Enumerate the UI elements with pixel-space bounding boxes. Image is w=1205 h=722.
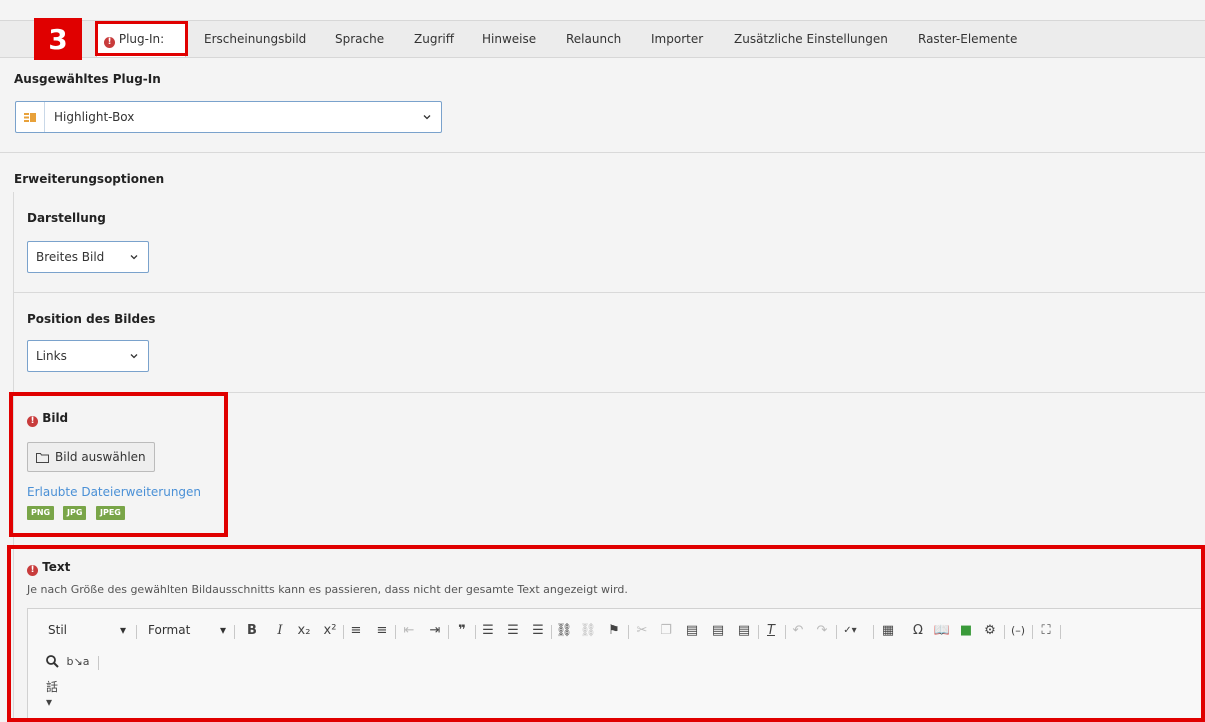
error-icon: ! — [27, 565, 38, 576]
settings-icon[interactable]: ⚙ — [982, 622, 998, 638]
maximize-icon[interactable]: ⛶ — [1038, 622, 1054, 638]
bullet-list-icon[interactable]: ≡ — [374, 622, 390, 638]
subscript-icon[interactable]: x₂ — [296, 622, 312, 638]
position-label: Position des Bildes — [27, 312, 156, 326]
position-select[interactable]: Links — [27, 340, 149, 372]
undo-icon[interactable]: ↶ — [790, 622, 806, 638]
anchor-flag-icon[interactable]: ⚑ — [606, 622, 622, 638]
darstellung-label: Darstellung — [27, 211, 106, 225]
format-dropdown[interactable]: Format — [148, 623, 190, 637]
step-badge: 3 — [34, 18, 82, 60]
tab-importer[interactable]: Importer — [651, 21, 703, 57]
link-icon[interactable]: ⛓ — [556, 622, 573, 638]
indent-icon[interactable]: ⇥ — [427, 622, 443, 638]
tab-plugin[interactable]: ! Plug-In: — [96, 21, 186, 57]
style-dropdown-arrow[interactable]: ▾ — [120, 623, 126, 637]
folder-icon — [36, 452, 49, 463]
bild-auswaehlen-label: Bild auswählen — [55, 450, 146, 464]
tab-relaunch[interactable]: Relaunch — [566, 21, 621, 57]
spellcheck-icon[interactable]: ✓▾ — [842, 622, 858, 638]
outdent-icon[interactable]: ⇤ — [401, 622, 417, 638]
cut-icon[interactable]: ✂ — [634, 622, 650, 638]
text-label: ! Text — [27, 560, 70, 576]
style-dropdown[interactable]: Stil — [48, 623, 67, 637]
darstellung-select-value: Breites Bild — [36, 250, 105, 264]
horizontal-rule-icon[interactable]: (–) — [1010, 622, 1026, 638]
tab-sprache[interactable]: Sprache — [335, 21, 384, 57]
tab-bar: ! Plug-In: Erscheinungsbild Sprache Zugr… — [0, 20, 1205, 58]
position-select-value: Links — [36, 349, 67, 363]
plugin-icon — [16, 102, 45, 132]
table-icon[interactable]: ▦ — [880, 622, 896, 638]
error-icon: ! — [27, 416, 38, 427]
badge-jpg: JPG — [63, 506, 87, 520]
italic-icon[interactable]: I — [272, 622, 288, 638]
align-center-icon[interactable]: ☰ — [505, 622, 521, 638]
align-right-icon[interactable]: ☰ — [530, 622, 546, 638]
plugin-select[interactable]: Highlight-Box — [15, 101, 442, 133]
tab-raster-elemente[interactable]: Raster-Elemente — [918, 21, 1017, 57]
book-icon[interactable]: 📖 — [934, 622, 950, 638]
darstellung-select[interactable]: Breites Bild — [27, 241, 149, 273]
align-left-icon[interactable]: ☰ — [480, 622, 496, 638]
bold-icon[interactable]: B — [244, 622, 260, 638]
superscript-icon[interactable]: x² — [322, 622, 338, 638]
bild-auswaehlen-button[interactable]: Bild auswählen — [27, 442, 155, 472]
format-dropdown-arrow[interactable]: ▾ — [220, 623, 226, 637]
numbered-list-icon[interactable]: ≡ — [348, 622, 364, 638]
allowed-extensions-link[interactable]: Erlaubte Dateierweiterungen — [27, 485, 201, 499]
paste-text-icon[interactable]: ▤ — [710, 622, 726, 638]
chevron-down-icon — [423, 115, 431, 120]
replace-icon[interactable]: b↘a — [67, 653, 90, 669]
redo-icon[interactable]: ↷ — [814, 622, 830, 638]
paste-icon[interactable]: ▤ — [684, 622, 700, 638]
extensions-heading: Erweiterungsoptionen — [14, 172, 165, 186]
badge-jpeg: JPEG — [96, 506, 125, 520]
paste-word-icon[interactable]: ▤ — [736, 622, 752, 638]
plugin-select-value: Highlight-Box — [54, 110, 135, 124]
plugin-heading: Ausgewähltes Plug-In — [14, 72, 161, 86]
bild-label: ! Bild — [27, 411, 68, 427]
rich-text-editor[interactable]: Stil ▾ Format ▾ B I x₂ x² ≡ ≡ ⇤ ⇥ ❞ ☰ ☰ … — [27, 608, 1205, 722]
tab-hinweise[interactable]: Hinweise — [482, 21, 536, 57]
chevron-down-icon — [130, 354, 138, 359]
search-icon[interactable] — [44, 653, 60, 669]
copy-icon[interactable]: ❐ — [658, 622, 674, 638]
chevron-down-icon — [130, 255, 138, 260]
image-icon[interactable]: ■ — [958, 622, 974, 638]
special-char-icon[interactable]: Ω — [910, 622, 926, 638]
tab-zusaetzliche-einstellungen[interactable]: Zusätzliche Einstellungen — [734, 21, 888, 57]
language-icon[interactable]: 話▾ — [46, 680, 62, 709]
badge-png: PNG — [27, 506, 55, 520]
unlink-icon[interactable]: ⛓ — [580, 622, 597, 638]
text-hint: Je nach Größe des gewählten Bildausschni… — [27, 583, 628, 596]
remove-format-icon[interactable]: T — [763, 622, 779, 638]
tab-erscheinungsbild[interactable]: Erscheinungsbild — [204, 21, 306, 57]
error-icon: ! — [104, 37, 115, 48]
blockquote-icon[interactable]: ❞ — [454, 622, 470, 638]
tab-zugriff[interactable]: Zugriff — [414, 21, 454, 57]
